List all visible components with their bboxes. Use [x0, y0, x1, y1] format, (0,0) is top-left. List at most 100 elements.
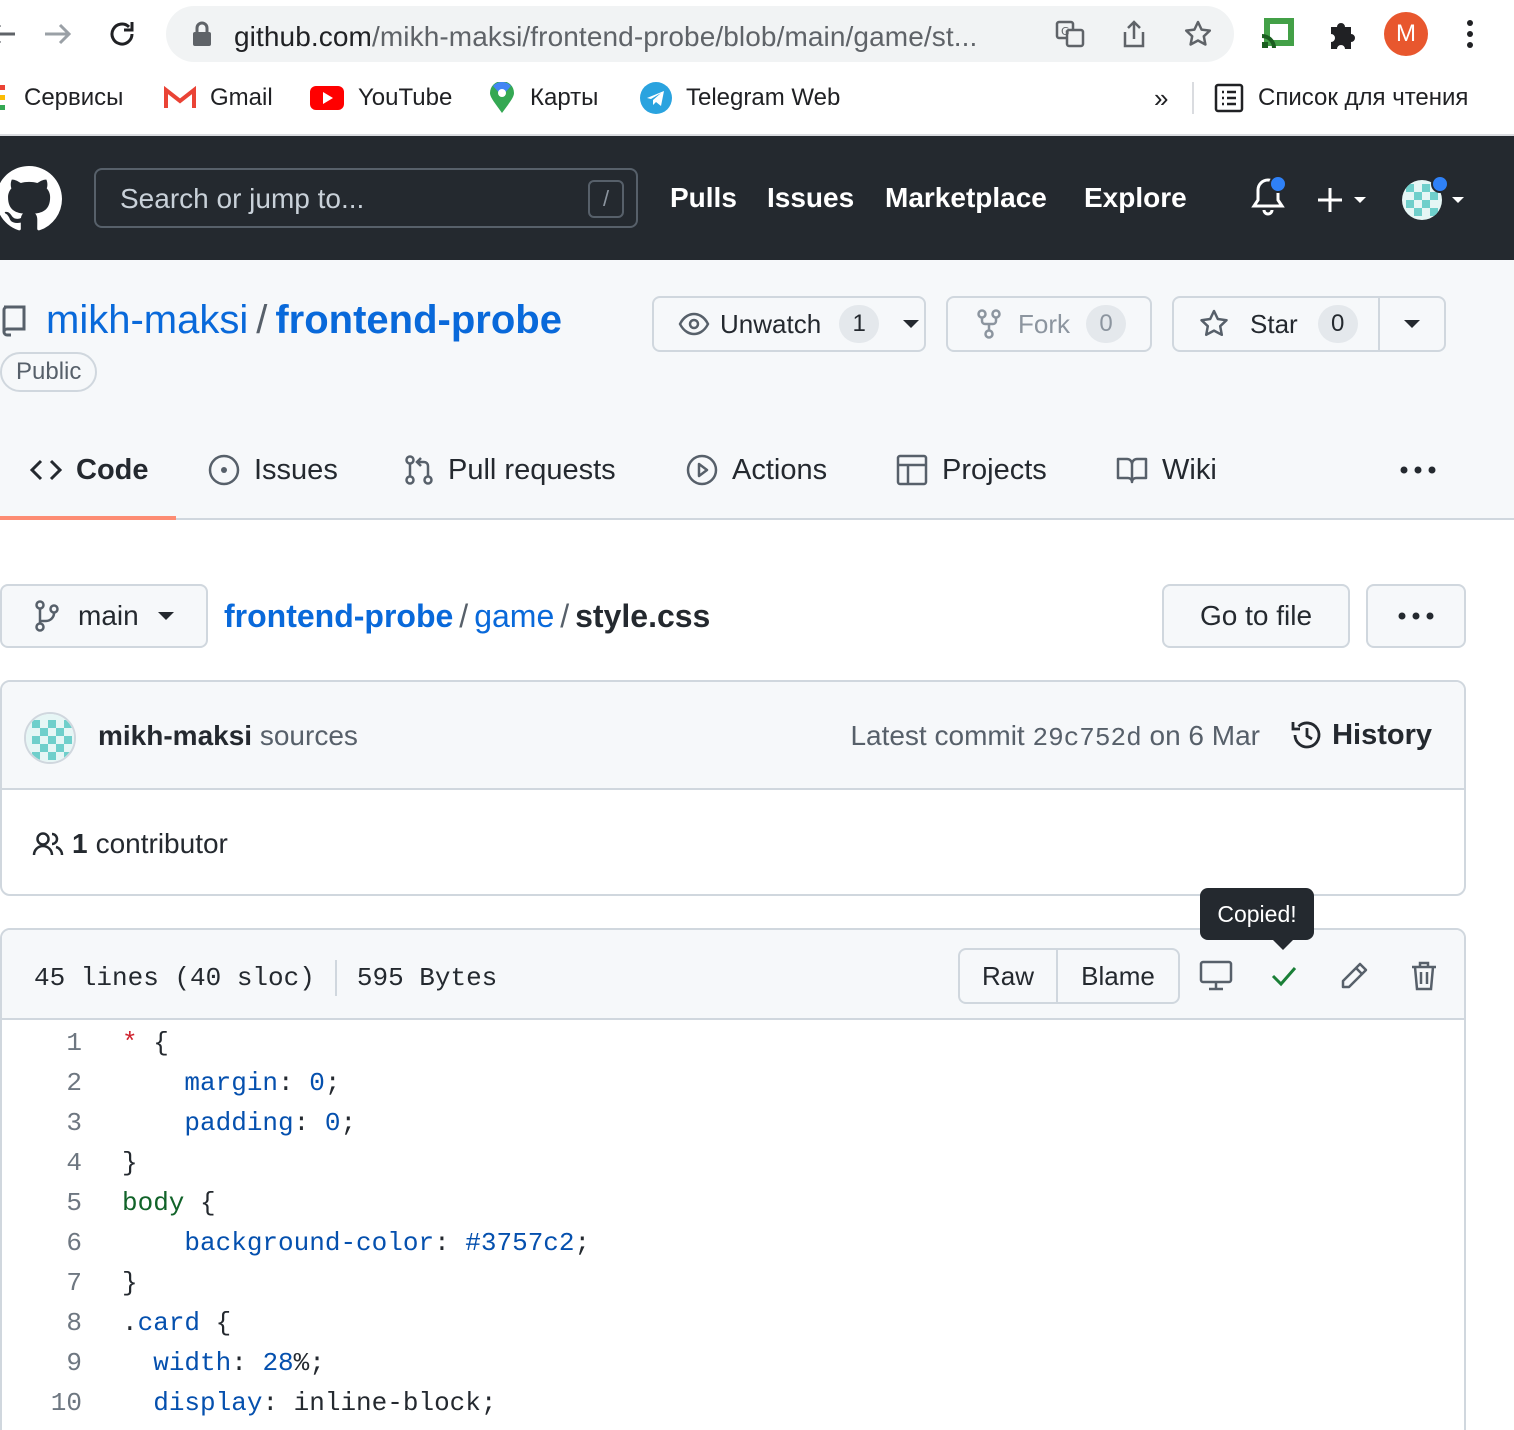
nav-issues[interactable]: Issues [767, 182, 854, 214]
repo-owner-link[interactable]: mikh-maksi [46, 298, 248, 342]
breadcrumb-folder-link[interactable]: game [474, 598, 554, 634]
tab-wiki[interactable]: Wiki [1116, 450, 1217, 490]
raw-button[interactable]: Raw [960, 950, 1058, 1002]
file-info-divider [334, 960, 337, 996]
create-new-dropdown[interactable] [1316, 184, 1372, 216]
copy-success-check-icon[interactable] [1264, 956, 1304, 996]
bookmark-services[interactable]: Сервисы [0, 80, 123, 116]
bookmark-star-icon[interactable] [1182, 18, 1214, 50]
bookmarks-bar: Сервисы Gmail YouTube Карты Telegram Web… [0, 70, 1514, 126]
reload-icon[interactable] [100, 12, 144, 56]
code-line: 2 margin: 0; [2, 1062, 1464, 1102]
address-bar[interactable]: github.com/mikh-maksi/frontend-probe/blo… [166, 6, 1234, 62]
extensions-puzzle-icon[interactable] [1322, 14, 1362, 54]
code-token: width [153, 1348, 232, 1378]
people-icon [32, 832, 64, 856]
user-avatar-dropdown[interactable] [1400, 176, 1470, 224]
code-line: 5 body { [2, 1182, 1464, 1222]
commit-author-link[interactable]: mikh-maksi [98, 720, 252, 751]
commit-sha-link[interactable]: 29c752d [1033, 723, 1142, 753]
repo-name-link[interactable]: frontend-probe [275, 298, 562, 342]
commit-message-link[interactable]: sources [260, 720, 358, 751]
line-number[interactable]: 9 [2, 1348, 82, 1378]
unwatch-button[interactable]: Unwatch 1 [652, 296, 926, 352]
branch-select-button[interactable]: main [0, 584, 208, 648]
line-number[interactable]: 10 [2, 1388, 82, 1418]
line-number[interactable]: 4 [2, 1148, 82, 1178]
kebab-horizontal-icon [1398, 612, 1434, 620]
url-host: github.com [234, 21, 372, 52]
code-token: ; [324, 1068, 341, 1098]
search-placeholder: Search or jump to... [120, 183, 365, 214]
nav-marketplace[interactable]: Marketplace [885, 182, 1047, 214]
search-shortcut-key: / [588, 180, 624, 218]
more-tabs-icon[interactable] [1400, 466, 1436, 474]
forward-icon[interactable] [36, 12, 80, 56]
line-number[interactable]: 5 [2, 1188, 82, 1218]
repo-icon [0, 304, 28, 338]
pencil-edit-icon[interactable] [1334, 956, 1374, 996]
profile-avatar[interactable]: M [1384, 12, 1428, 56]
line-number[interactable]: 3 [2, 1108, 82, 1138]
translate-icon[interactable]: G [1054, 18, 1086, 50]
line-number[interactable]: 2 [2, 1068, 82, 1098]
tab-pull-requests[interactable]: Pull requests [404, 450, 616, 490]
notifications-bell-icon[interactable] [1250, 176, 1290, 220]
commit-author-avatar[interactable] [24, 712, 76, 764]
github-header: Search or jump to... / Pulls Issues Mark… [0, 136, 1514, 260]
line-number[interactable]: 1 [2, 1028, 82, 1058]
go-to-file-button[interactable]: Go to file [1162, 584, 1350, 648]
star-button[interactable]: Star 0 [1174, 298, 1380, 350]
contributors-count: 1 [72, 828, 88, 859]
code-line: 4} [2, 1142, 1464, 1182]
breadcrumb-repo-link[interactable]: frontend-probe [224, 598, 453, 634]
bookmark-telegram[interactable]: Telegram Web [640, 80, 840, 116]
reading-list-button[interactable]: Список для чтения [1214, 80, 1468, 116]
chevron-down-icon [157, 612, 174, 620]
github-logo-icon[interactable] [0, 166, 62, 232]
menu-kebab-icon[interactable] [1450, 14, 1490, 54]
code-token: display [153, 1388, 263, 1418]
tab-actions[interactable]: Actions [686, 450, 827, 490]
bookmark-maps[interactable]: Карты [488, 80, 598, 116]
nav-pulls[interactable]: Pulls [670, 182, 737, 214]
line-number[interactable]: 6 [2, 1228, 82, 1258]
github-search-input[interactable]: Search or jump to... / [94, 168, 638, 228]
blame-button[interactable]: Blame [1058, 950, 1178, 1002]
chevron-down-icon [1404, 320, 1420, 328]
history-icon [1291, 721, 1321, 749]
contributors-row[interactable]: 1 contributor [32, 828, 228, 860]
fork-button[interactable]: Fork 0 [946, 296, 1152, 352]
lock-icon[interactable] [186, 18, 218, 50]
tab-label: Issues [254, 453, 338, 486]
bookmarks-overflow-button[interactable]: » [1154, 80, 1168, 116]
line-content: margin: 0; [122, 1068, 340, 1098]
star-count: 0 [1317, 305, 1358, 343]
url-text[interactable]: github.com/mikh-maksi/frontend-probe/blo… [234, 21, 977, 53]
share-icon[interactable] [1118, 18, 1150, 50]
url-path: /mikh-maksi/frontend-probe/blob/main/gam… [371, 21, 978, 52]
nav-explore[interactable]: Explore [1084, 182, 1187, 214]
git-branch-icon [35, 600, 59, 632]
tab-projects[interactable]: Projects [896, 450, 1047, 490]
reading-list-label: Список для чтения [1258, 84, 1469, 111]
tab-label: Wiki [1162, 453, 1217, 486]
line-content: } [122, 1148, 138, 1178]
code-token: 0 [309, 1068, 325, 1098]
star-list-dropdown[interactable] [1380, 298, 1444, 350]
bookmark-youtube[interactable]: YouTube [310, 80, 452, 116]
line-number[interactable]: 8 [2, 1308, 82, 1338]
fork-count: 0 [1086, 305, 1126, 343]
desktop-icon[interactable] [1196, 956, 1236, 996]
back-icon[interactable] [0, 12, 24, 56]
history-link[interactable]: History [1290, 718, 1432, 752]
tab-code[interactable]: Code [30, 450, 149, 490]
cast-extension-icon[interactable] [1258, 14, 1298, 54]
file-more-options-button[interactable] [1366, 584, 1466, 648]
tab-issues[interactable]: Issues [208, 450, 338, 490]
bookmark-gmail[interactable]: Gmail [164, 80, 273, 116]
pull-request-icon [405, 455, 433, 485]
line-number[interactable]: 7 [2, 1268, 82, 1298]
trash-delete-icon[interactable] [1404, 956, 1444, 996]
